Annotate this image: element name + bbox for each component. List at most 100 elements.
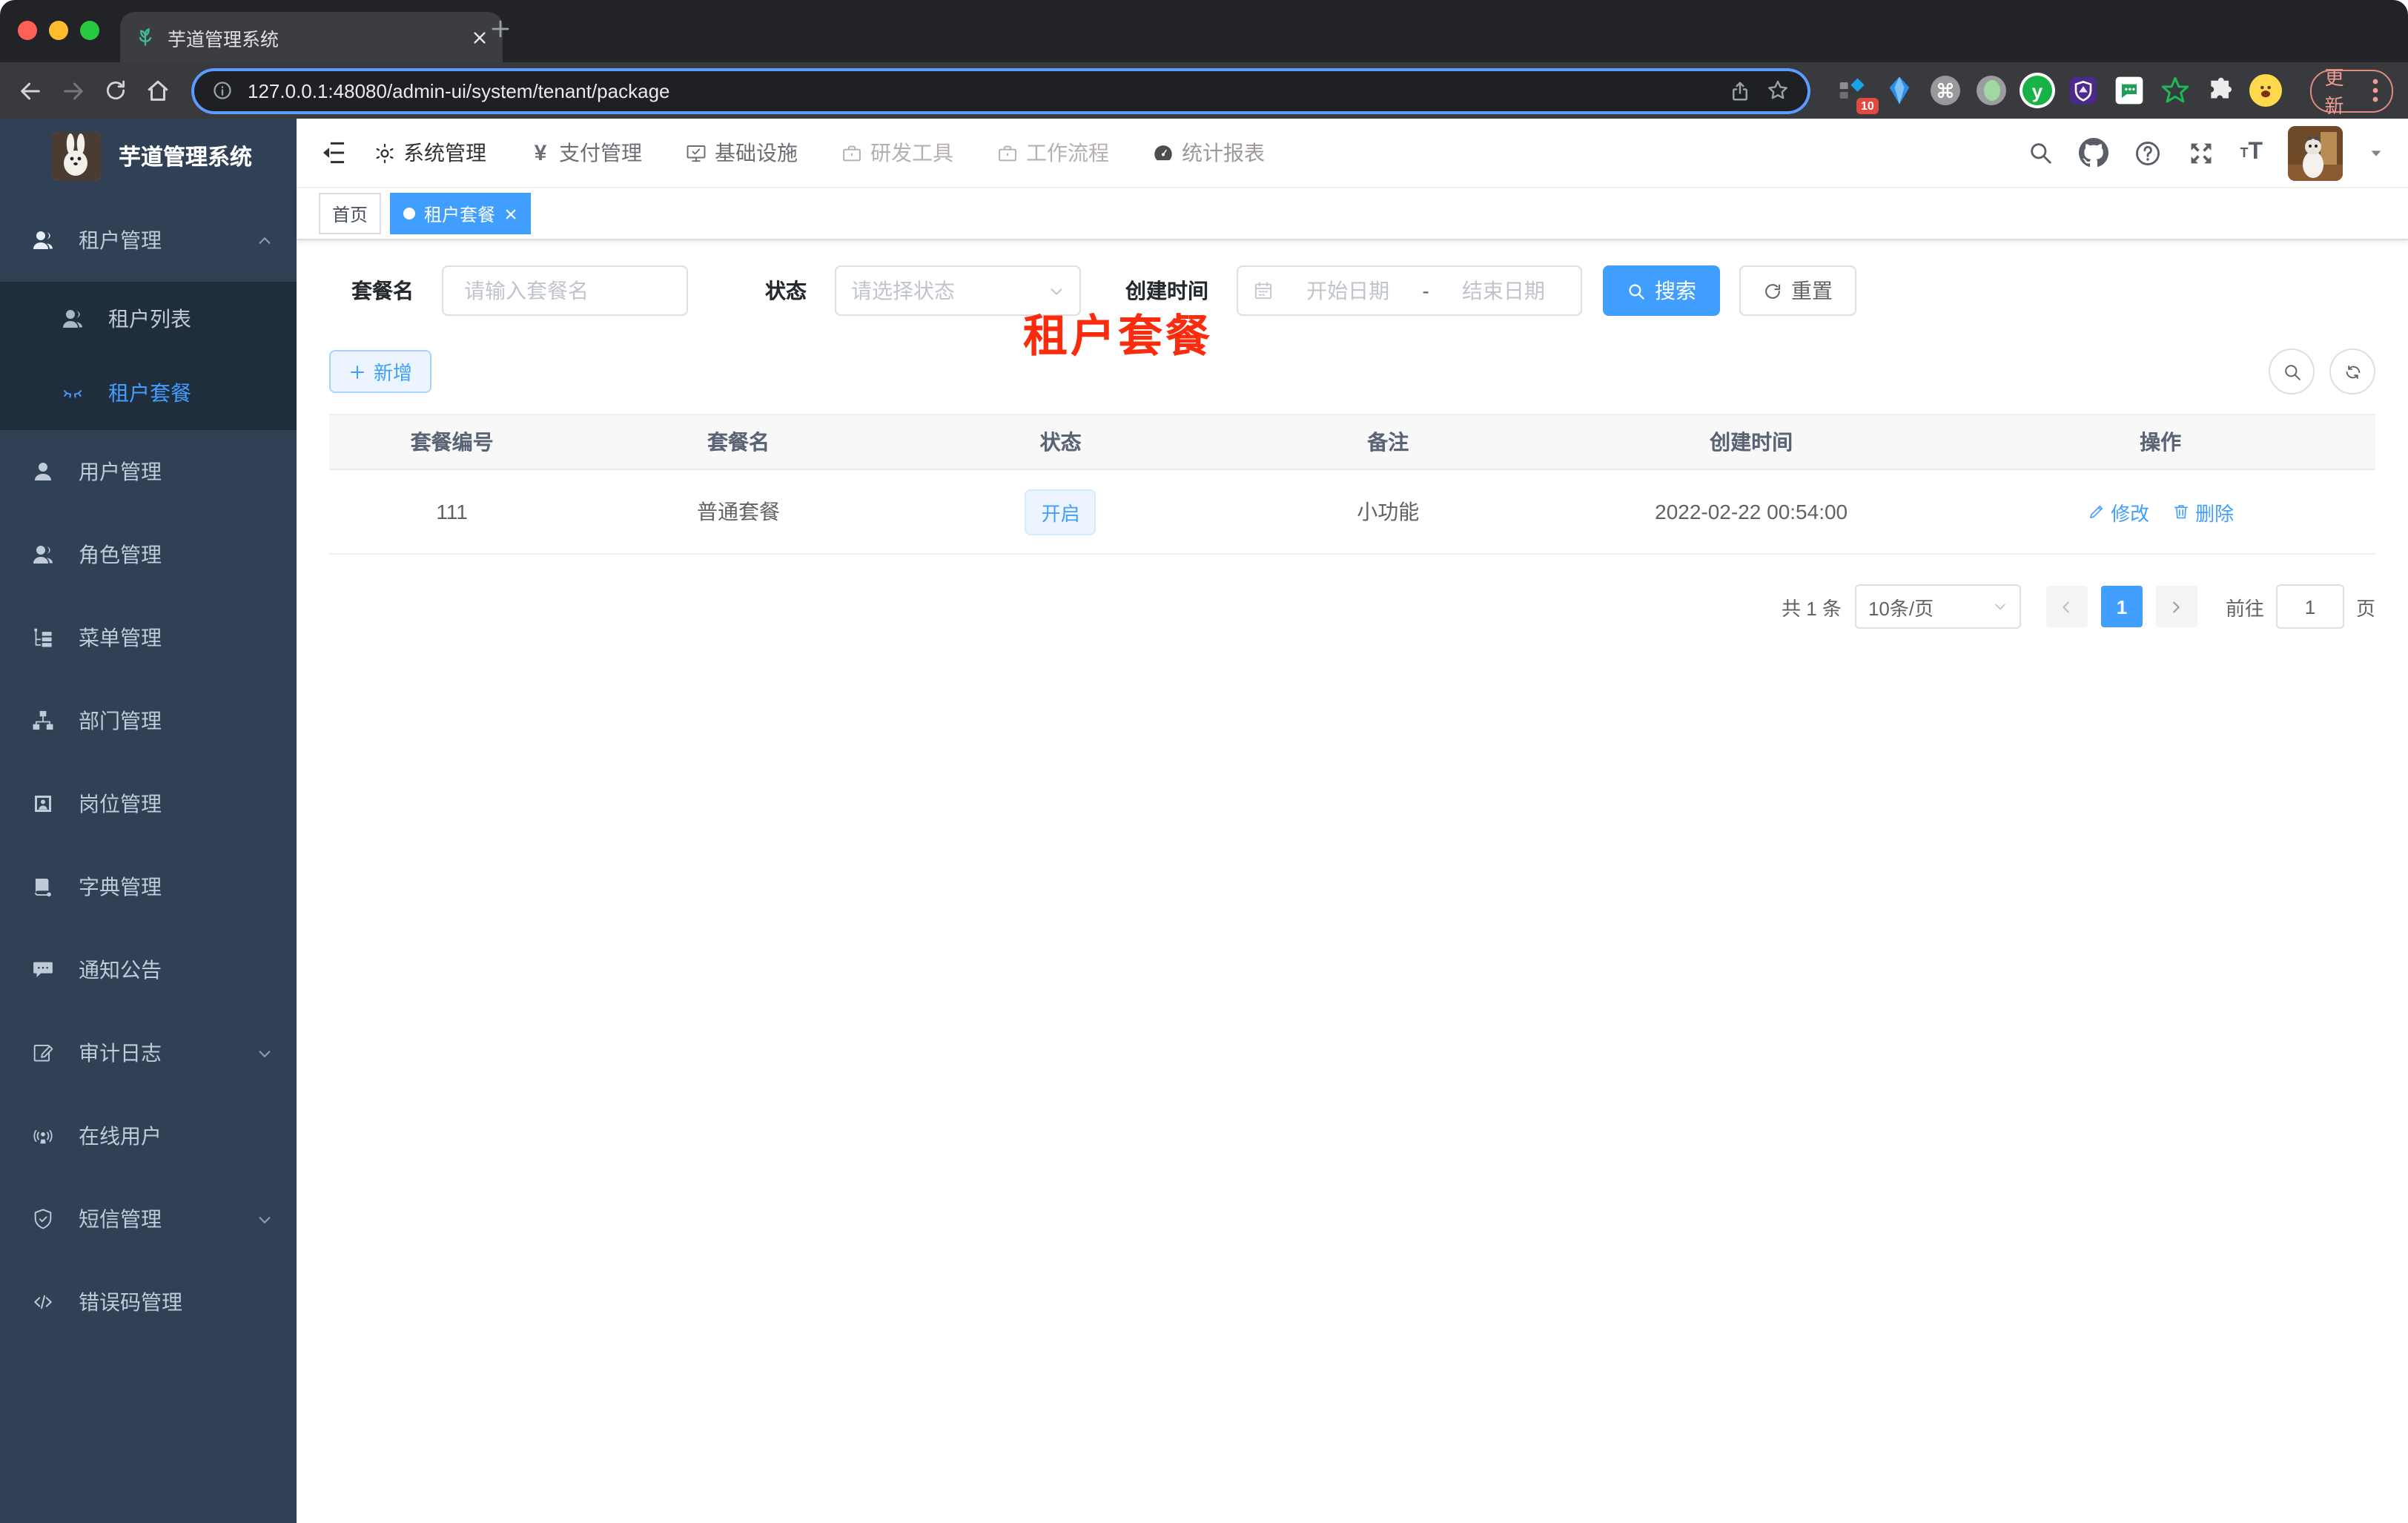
chrome-update-button[interactable]: 更新 [2309,67,2393,117]
sidebar-item-tenant-package[interactable]: 租户套餐 [0,356,297,430]
share-icon[interactable] [1729,79,1751,102]
users-icon [31,543,55,566]
extension-shield-icon[interactable] [2066,73,2100,108]
home-icon[interactable] [143,71,174,110]
prev-page-button[interactable] [2045,586,2088,627]
topnav-payment[interactable]: ¥ 支付管理 [529,138,642,168]
header-search-icon[interactable] [2026,139,2053,166]
sidebar-item-audit-log[interactable]: 审计日志 [0,1011,297,1094]
github-icon[interactable] [2078,138,2108,168]
refresh-table-button[interactable] [2329,348,2375,394]
sidebar-item-user-management[interactable]: 用户管理 [0,430,297,513]
reset-button[interactable]: 重置 [1739,265,1856,316]
tab-close-icon[interactable] [472,29,488,45]
sidebar-menu: 租户管理 租户列表 租户套餐 用户管理 角色管理 菜单管理 部门管理 岗位管理 … [0,199,297,1344]
gear-icon [374,142,396,164]
tree-list-icon [31,626,55,650]
topnav-workflow[interactable]: 工作流程 [996,138,1109,168]
extensions-area: 10 y 更新 [1837,67,2393,117]
message-bubble-icon [31,958,55,982]
date-range-picker[interactable]: 开始日期 - 结束日期 [1237,265,1582,316]
sidebar-logo-row[interactable]: 芋道管理系统 [0,119,297,193]
extensions-puzzle-icon[interactable] [2203,73,2237,108]
sidebar-item-post-management[interactable]: 岗位管理 [0,762,297,845]
tag-close-icon[interactable] [504,207,517,220]
topnav-dev-tools[interactable]: 研发工具 [841,138,953,168]
sidebar-item-online-users[interactable]: 在线用户 [0,1094,297,1177]
bookmark-star-icon[interactable] [1766,79,1790,102]
user-avatar[interactable] [2288,125,2343,180]
sidebar: 芋道管理系统 租户管理 租户列表 租户套餐 用户管理 角色管理 菜单管理 部门管… [0,119,297,1523]
chevron-down-icon [257,1211,273,1227]
topnav-system[interactable]: 系统管理 [374,138,486,168]
package-name-field[interactable] [442,265,688,316]
kebab-menu-icon[interactable] [2372,79,2378,102]
show-search-toggle-button[interactable] [2269,348,2315,394]
update-label: 更新 [2324,67,2344,117]
extension-command-icon[interactable] [1929,73,1963,108]
tag-home[interactable]: 首页 [319,193,382,234]
extension-star-icon[interactable] [2157,73,2192,108]
date-start-placeholder[interactable]: 开始日期 [1286,276,1410,305]
close-window-button[interactable] [18,21,37,40]
active-dot [403,208,416,219]
topnav-infrastructure[interactable]: 基础设施 [685,138,798,168]
extension-diamond-icon[interactable]: 10 [1837,73,1879,114]
navbar-right-icons: TT [2026,125,2384,180]
fullscreen-icon[interactable] [2186,139,2214,167]
current-page-button[interactable]: 1 [2100,586,2143,627]
tag-tenant-package[interactable]: 租户套餐 [390,193,532,234]
search-button[interactable]: 搜索 [1603,265,1720,316]
sidebar-item-error-code[interactable]: 错误码管理 [0,1261,297,1344]
url-text[interactable]: 127.0.0.1:48080/admin-ui/system/tenant/p… [248,79,670,102]
topnav-statistics[interactable]: 统计报表 [1152,138,1265,168]
site-info-icon[interactable] [212,80,233,101]
edit-note-icon [31,1041,55,1065]
extension-record-icon[interactable] [1974,73,2008,108]
zoom-window-button[interactable] [80,21,99,40]
extension-y-icon[interactable]: y [2020,73,2054,108]
new-tab-button[interactable] [489,18,512,40]
avatar-caret-down-icon[interactable] [2368,145,2384,161]
browser-window: 芋道管理系统 127.0.0.1:48080/admin-ui/system/t… [0,0,2408,1523]
cell-package-id: 111 [436,500,468,523]
app-title: 芋道管理系统 [119,145,253,170]
extension-chat-icon[interactable] [2112,73,2146,108]
sidebar-item-dict-management[interactable]: 字典管理 [0,845,297,928]
col-header-id: 套餐编号 [410,430,494,454]
reload-icon[interactable] [100,71,131,110]
help-icon[interactable] [2133,139,2161,167]
delete-link[interactable]: 删除 [2172,498,2234,526]
sidebar-item-menu-management[interactable]: 菜单管理 [0,596,297,679]
shield-check-icon [31,1207,55,1231]
minimize-window-button[interactable] [49,21,68,40]
monitor-check-icon [685,142,707,164]
sidebar-item-notice[interactable]: 通知公告 [0,928,297,1011]
forward-icon[interactable] [58,71,89,110]
browser-tab[interactable]: 芋道管理系统 [120,12,503,62]
package-name-input[interactable] [461,277,669,304]
sidebar-item-tenant-list[interactable]: 租户列表 [0,282,297,356]
goto-page-input[interactable] [2275,584,2344,629]
sidebar-item-department-management[interactable]: 部门管理 [0,679,297,762]
edit-link[interactable]: 修改 [2087,498,2149,526]
sidebar-collapse-icon[interactable] [320,139,347,166]
browser-profile-avatar[interactable] [2249,73,2283,108]
pagination: 共 1 条 10条/页 1 前往 1 页 [329,584,2375,629]
total-count: 共 1 条 [1782,597,1842,619]
sidebar-item-sms-management[interactable]: 短信管理 [0,1177,297,1261]
sidebar-item-tenant-management[interactable]: 租户管理 [0,199,297,282]
next-page-button[interactable] [2155,586,2197,627]
page-size-select[interactable]: 10条/页 [1854,584,2021,629]
font-size-icon[interactable]: TT [2240,140,2263,165]
address-bar[interactable]: 127.0.0.1:48080/admin-ui/system/tenant/p… [194,70,1807,110]
extension-gem-icon[interactable] [1883,73,1917,108]
back-icon[interactable] [15,71,46,110]
refresh-icon [1763,281,1782,300]
sidebar-item-role-management[interactable]: 角色管理 [0,513,297,596]
plus-icon [348,363,366,380]
date-end-placeholder[interactable]: 结束日期 [1441,276,1566,305]
add-button[interactable]: 新增 [329,350,432,393]
users-icon [61,307,85,331]
main-area: 系统管理 ¥ 支付管理 基础设施 研发工具 工作流程 统计报表 T T 首页 租… [297,119,2408,1523]
